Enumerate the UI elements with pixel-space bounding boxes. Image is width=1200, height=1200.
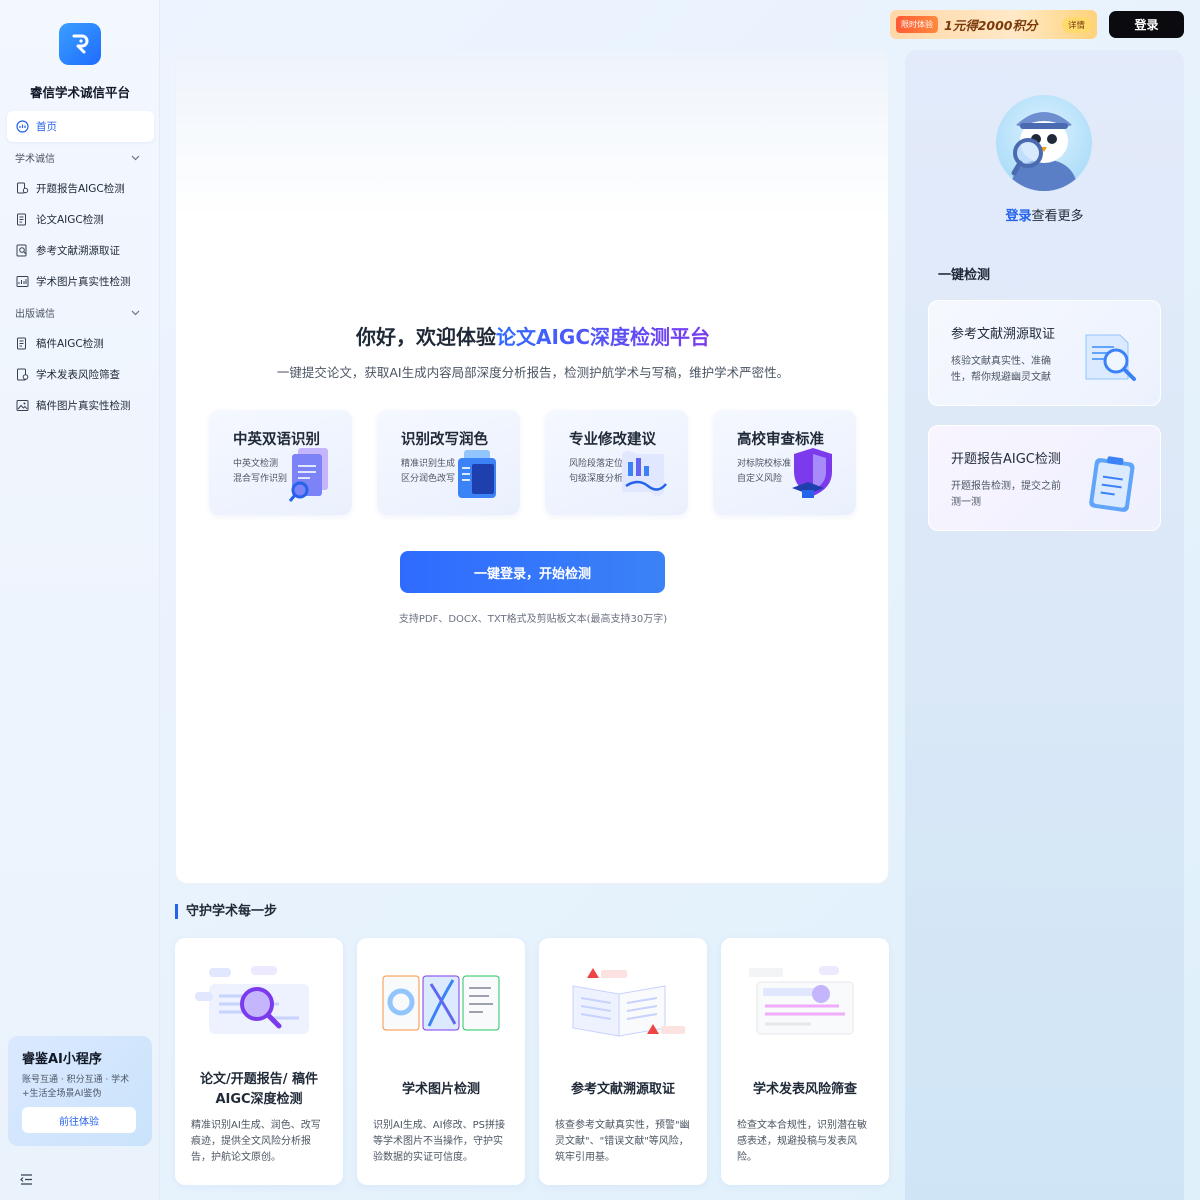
mascot-avatar: [996, 95, 1092, 191]
sidebar-item-manuscript-aigc[interactable]: 稿件AIGC检测: [7, 328, 154, 359]
step-card-desc: 精准识别AI生成、润色、改写痕迹，提供全文风险分析报告，护航论文原创。: [191, 1120, 321, 1163]
sidebar-group-label: 学术诚信: [15, 154, 55, 165]
sidebar-item-label: 开题报告AIGC检测: [36, 183, 125, 195]
hero-title: 你好，欢迎体验论文AIGC深度检测平台: [176, 321, 890, 350]
step-card-title: 论文/开题报告/ 稿件AIGC深度检测: [199, 1072, 319, 1107]
step-card-title: 参考文献溯源取证: [570, 1082, 675, 1097]
sidebar-item-label: 稿件图片真实性检测: [36, 400, 131, 412]
login-prompt-text: 查看更多: [1031, 209, 1084, 224]
logo-icon[interactable]: [59, 23, 101, 65]
mini-program-title: 睿鉴AI小程序: [22, 1052, 102, 1067]
quick-detect-title: 一键检测: [938, 268, 991, 283]
sidebar-item-home[interactable]: 首页: [7, 111, 154, 142]
main-panel: 你好，欢迎体验论文AIGC深度检测平台 一键提交论文，获取AI生成内容局部深度分…: [175, 50, 889, 884]
sidebar-item-publishing-risk[interactable]: 学术发表风险筛查: [7, 359, 154, 390]
sidebar-nav: 首页 学术诚信 开题报告AIGC检测 论文AIGC检测 参考文献溯源取证 学术图…: [7, 111, 154, 421]
step-card-title: 学术图片检测: [401, 1082, 480, 1097]
sidebar-item-label: 参考文献溯源取证: [36, 245, 120, 257]
hero-title-prefix: 你好，欢迎体验: [355, 325, 496, 349]
feature-card: 高校审查标准 对标院校标准 自定义风险: [713, 410, 856, 515]
risk-screening-illustration: [749, 966, 854, 1035]
sidebar-item-image-authenticity[interactable]: 学术图片真实性检测: [7, 266, 154, 297]
sidebar-item-proposal-aigc[interactable]: 开题报告AIGC检测: [7, 173, 154, 204]
promo-detail-button[interactable]: 详情: [1061, 16, 1091, 33]
collapse-sidebar-icon[interactable]: [20, 1170, 33, 1189]
search-document-icon: [16, 244, 29, 257]
step-card-desc: 检查文本合规性，识别潜在敏感表述，规避投稿与发表风险。: [737, 1120, 867, 1163]
sidebar-group-publishing[interactable]: 出版诚信: [7, 297, 154, 328]
document-icon: [16, 337, 29, 350]
sidebar-item-label: 首页: [36, 121, 57, 133]
quick-card-desc: 开题报告检测，提交之前测一测: [951, 481, 1061, 508]
step-card-image[interactable]: 学术图片检测 识别AI生成、AI修改、PS拼接等学术图片不当操作，守护实验数据的…: [357, 938, 525, 1185]
step-card-publishing-risk[interactable]: 学术发表风险筛查 检查文本合规性，识别潜在敏感表述，规避投稿与发表风险。: [721, 938, 889, 1185]
document-icon: [16, 213, 29, 226]
chevron-down-icon: [131, 155, 140, 160]
sidebar-item-label: 稿件AIGC检测: [36, 338, 104, 350]
mini-program-card: 睿鉴AI小程序 账号互通 · 积分互通 · 学术+生活全场景AI鉴伪 前往体验: [8, 1036, 152, 1146]
analysis-chart-icon: [622, 451, 667, 496]
image-detection-illustration: [382, 975, 500, 1031]
feature-card: 专业修改建议 风险段落定位 句级深度分析: [545, 410, 688, 515]
sidebar-item-label: 论文AIGC检测: [36, 214, 104, 226]
document-person-icon: [16, 182, 29, 195]
step-card-desc: 识别AI生成、AI修改、PS拼接等学术图片不当操作，守护实验数据的实证可信度。: [373, 1120, 505, 1163]
sidebar: 睿信学术诚信平台 首页 学术诚信 开题报告AIGC检测 论文AIGC检测 参考文…: [0, 0, 160, 1200]
right-panel: 登录查看更多 一键检测 参考文献溯源取证 核验文献真实性、准确性，帮你规避幽灵文…: [905, 50, 1184, 1200]
hero-subtitle: 一键提交论文，获取AI生成内容局部深度分析报告，检测护航学术与写稿，维护学术严密…: [276, 365, 790, 380]
sidebar-item-label: 学术发表风险筛查: [36, 369, 120, 381]
briefcase-document-icon: [458, 450, 496, 498]
feature-card: 识别改写润色 精准识别生成 区分润色改写: [377, 410, 520, 515]
ai-detection-illustration: [195, 966, 309, 1034]
shield-graduation-icon: [792, 448, 832, 498]
promo-text: 1元得2000积分: [944, 18, 1038, 33]
document-check-icon: [16, 368, 29, 381]
sidebar-group-academic[interactable]: 学术诚信: [7, 142, 154, 173]
bilingual-document-icon: [288, 448, 328, 502]
chart-image-icon: [16, 275, 29, 288]
login-button[interactable]: 登录: [1109, 11, 1184, 38]
reference-book-illustration: [572, 968, 685, 1037]
chevron-down-icon: [131, 310, 140, 315]
step-card-aigc[interactable]: 论文/开题报告/ 稿件AIGC深度检测 精准识别AI生成、润色、改写痕迹，提供全…: [175, 938, 343, 1185]
brand-name: 睿信学术诚信平台: [29, 85, 130, 100]
quick-card-reference-trace[interactable]: 参考文献溯源取证 核验文献真实性、准确性，帮你规避幽灵文献: [928, 300, 1161, 406]
mascot-icon: [1010, 112, 1078, 191]
step-card-title: 学术发表风险筛查: [752, 1082, 857, 1097]
step-card-reference[interactable]: 参考文献溯源取证 核查参考文献真实性，预警"幽灵文献"、"错误文献"等风险，筑牢…: [539, 938, 707, 1185]
login-link[interactable]: 登录: [1005, 209, 1031, 224]
sidebar-item-reference-trace[interactable]: 参考文献溯源取证: [7, 235, 154, 266]
sidebar-item-manuscript-image[interactable]: 稿件图片真实性检测: [7, 390, 154, 421]
quick-card-proposal-aigc[interactable]: 开题报告AIGC检测 开题报告检测，提交之前测一测: [928, 425, 1161, 531]
sidebar-group-label: 出版诚信: [15, 309, 55, 320]
supported-formats-text: 支持PDF、DOCX、TXT格式及剪贴板文本(最高支持30万字): [398, 614, 668, 625]
promo-banner[interactable]: 限时体验 1元得2000积分 详情: [890, 10, 1097, 39]
reference-search-icon: [1085, 334, 1136, 381]
section-title: 守护学术每一步: [175, 904, 277, 919]
login-prompt: 登录查看更多: [905, 205, 1184, 224]
sidebar-item-thesis-aigc[interactable]: 论文AIGC检测: [7, 204, 154, 235]
promo-tag: 限时体验: [896, 16, 938, 33]
hero-title-highlight: 论文AIGC深度检测平台: [495, 325, 710, 349]
home-icon: [16, 120, 29, 133]
feature-card: 中英双语识别 中英文检测 混合写作识别: [209, 410, 352, 515]
step-card-desc: 核查参考文献真实性，预警"幽灵文献"、"错误文献"等风险，筑牢引用基。: [555, 1120, 690, 1163]
mini-program-button[interactable]: 前往体验: [22, 1107, 136, 1133]
start-detection-button[interactable]: 一键登录，开始检测: [400, 551, 665, 593]
sidebar-item-label: 学术图片真实性检测: [36, 276, 131, 288]
image-icon: [16, 399, 29, 412]
quick-card-desc: 核验文献真实性、准确性，帮你规避幽灵文献: [951, 356, 1051, 383]
mini-program-desc: 账号互通 · 积分互通 · 学术+生活全场景AI鉴伪: [22, 1075, 130, 1099]
clipboard-icon: [1089, 456, 1135, 512]
feature-list: 中英双语识别 中英文检测 混合写作识别 识别改写润色 精准识别生成 区分润色改写: [209, 410, 859, 516]
